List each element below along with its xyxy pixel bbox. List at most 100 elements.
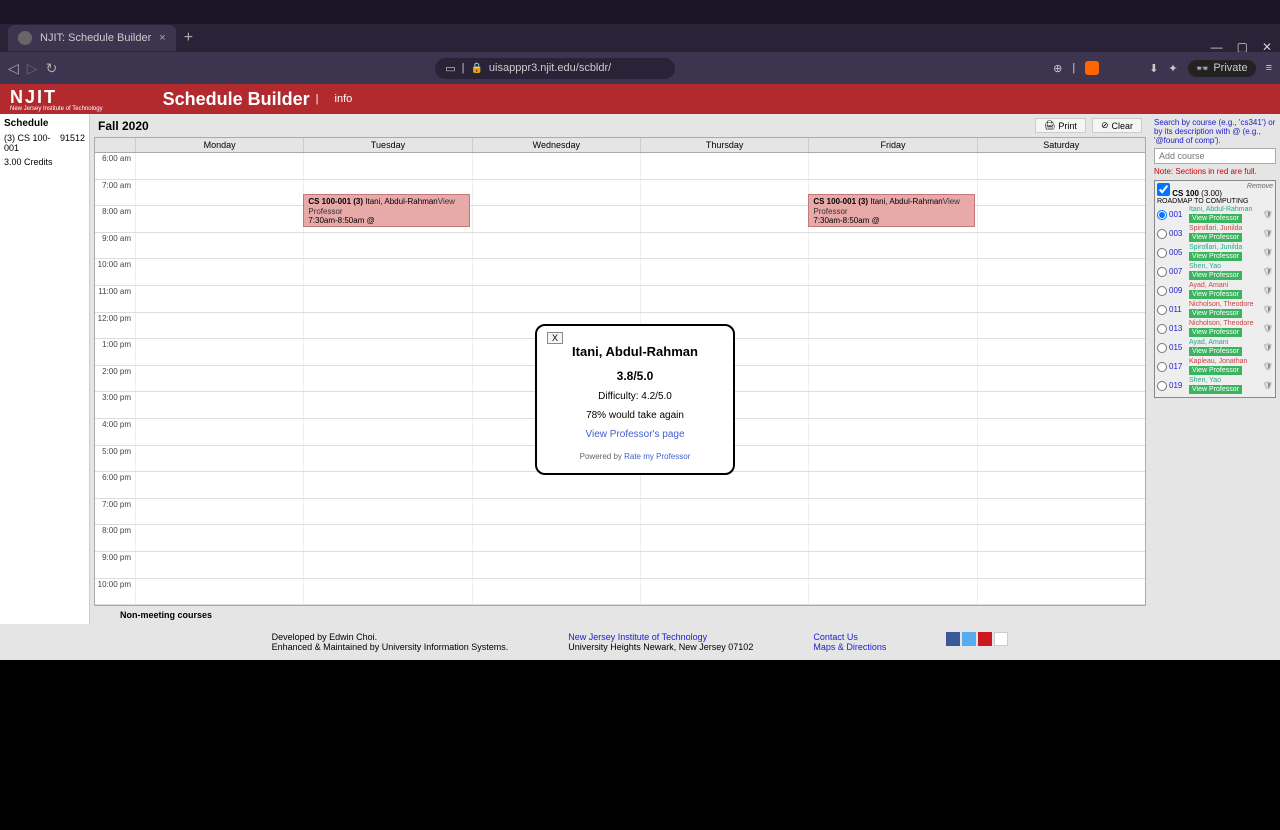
section-number[interactable]: 003 (1169, 229, 1187, 238)
section-prof-name: Shen, Yao (1189, 263, 1261, 270)
remove-course-link[interactable]: Remove (1247, 183, 1273, 190)
section-radio[interactable] (1157, 210, 1167, 220)
close-icon[interactable]: × (159, 32, 165, 44)
add-course-input[interactable] (1154, 148, 1276, 164)
section-prof-name: Nicholson, Theodore (1189, 320, 1261, 327)
modal-prof-name: Itani, Abdul-Rahman (557, 344, 713, 359)
section-number[interactable]: 015 (1169, 343, 1187, 352)
footer-njit-link[interactable]: New Jersey Institute of Technology (568, 632, 753, 642)
section-number[interactable]: 011 (1169, 305, 1187, 314)
section-radio[interactable] (1157, 248, 1167, 258)
view-professor-button[interactable]: View Professor (1189, 290, 1242, 299)
twitter-icon[interactable] (962, 632, 976, 646)
clear-button[interactable]: ⊘Clear (1092, 118, 1142, 133)
private-badge: 👓 Private (1188, 60, 1256, 77)
youtube-icon[interactable] (978, 632, 992, 646)
modal-take-again: 78% would take again (557, 410, 713, 421)
time-label: 11:00 am (95, 286, 135, 312)
brave-shield-icon[interactable] (1085, 61, 1099, 75)
rmp-link[interactable]: Rate my Professor (624, 452, 690, 461)
section-radio[interactable] (1157, 305, 1167, 315)
time-label: 8:00 am (95, 206, 135, 232)
section-number[interactable]: 001 (1169, 210, 1187, 219)
print-button[interactable]: 🖨Print (1035, 118, 1086, 133)
modal-close-button[interactable]: X (547, 332, 563, 344)
section-radio[interactable] (1157, 343, 1167, 353)
section-row: 011Nicholson, TheodoreView Professor 🛡 (1157, 300, 1273, 319)
course-title: ROADMAP TO COMPUTING (1157, 198, 1273, 205)
view-professor-button[interactable]: View Professor (1189, 366, 1242, 375)
time-label: 5:00 pm (95, 446, 135, 472)
footer-maps-link[interactable]: Maps & Directions (813, 642, 886, 652)
section-number[interactable]: 007 (1169, 267, 1187, 276)
shield-icon[interactable]: 🛡 (1263, 362, 1273, 371)
schedule-course[interactable]: (3) CS 100-001 (4, 133, 60, 153)
shield-icon[interactable]: 🛡 (1263, 305, 1273, 314)
course-checkbox[interactable] (1157, 183, 1170, 196)
shield-icon[interactable]: 🛡 (1263, 286, 1273, 295)
section-row: 003Spirollari, JunildaView Professor🛡 (1157, 224, 1273, 243)
view-professor-button[interactable]: View Professor (1189, 347, 1242, 356)
view-professor-button[interactable]: View Professor (1189, 309, 1242, 318)
professor-modal: X Itani, Abdul-Rahman 3.8/5.0 Difficulty… (535, 324, 735, 475)
section-prof-name: Itani, Abdul-Rahman (1189, 206, 1261, 213)
schedule-credits: 3.00 Credits (4, 157, 53, 167)
section-row: 015Ayad, AmaniView Professor🛡 (1157, 338, 1273, 357)
footer-address: University Heights Newark, New Jersey 07… (568, 642, 753, 652)
view-professor-button[interactable]: View Professor (1189, 328, 1242, 337)
calendar-event-tue[interactable]: CS 100-001 (3) Itani, Abdul-RahmanView P… (303, 194, 469, 227)
shield-icon[interactable]: 🛡 (1263, 210, 1273, 219)
calendar-event-fri[interactable]: CS 100-001 (3) Itani, Abdul-RahmanView P… (808, 194, 974, 227)
flickr-icon[interactable] (994, 632, 1008, 646)
section-radio[interactable] (1157, 381, 1167, 391)
section-number[interactable]: 017 (1169, 362, 1187, 371)
view-professor-button[interactable]: View Professor (1189, 271, 1242, 280)
section-prof-name: Nicholson, Theodore (1189, 301, 1261, 308)
semester-title: Fall 2020 (98, 119, 149, 133)
shield-icon[interactable]: 🛡 (1263, 229, 1273, 238)
section-number[interactable]: 005 (1169, 248, 1187, 257)
time-label: 6:00 am (95, 153, 135, 179)
section-radio[interactable] (1157, 286, 1167, 296)
shield-icon[interactable]: 🛡 (1263, 248, 1273, 257)
reload-button[interactable]: ↻ (46, 60, 58, 77)
day-header: Tuesday (303, 138, 471, 152)
section-number[interactable]: 019 (1169, 381, 1187, 390)
section-row: 009Ayad, AmaniView Professor🛡 (1157, 281, 1273, 300)
footer-contact-link[interactable]: Contact Us (813, 632, 886, 642)
view-professor-button[interactable]: View Professor (1189, 252, 1242, 261)
section-radio[interactable] (1157, 267, 1167, 277)
view-professor-button[interactable]: View Professor (1189, 385, 1242, 394)
section-prof-name: Spirollari, Junilda (1189, 244, 1261, 251)
info-link[interactable]: info (335, 93, 353, 105)
view-professor-button[interactable]: View Professor (1189, 214, 1242, 223)
schedule-title: Schedule (4, 118, 85, 129)
forward-button[interactable]: ▷ (27, 60, 38, 77)
menu-icon[interactable]: ≡ (1266, 62, 1272, 74)
shield-icon[interactable]: 🛡 (1263, 267, 1273, 276)
shield-icon[interactable]: 🛡 (1263, 343, 1273, 352)
modal-view-page-link[interactable]: View Professor's page (557, 429, 713, 440)
download-icon[interactable]: ⬇ (1149, 62, 1158, 75)
facebook-icon[interactable] (946, 632, 960, 646)
section-radio[interactable] (1157, 324, 1167, 334)
schedule-panel: Schedule (3) CS 100-001 91512 3.00 Credi… (0, 114, 90, 624)
url-text: uisapppr3.njit.edu/scbldr/ (489, 62, 611, 74)
extensions-icon[interactable]: ✦ (1168, 62, 1177, 75)
url-bar[interactable]: ▭ | 🔒 uisapppr3.njit.edu/scbldr/ (435, 58, 675, 79)
back-button[interactable]: ◁ (8, 60, 19, 77)
view-professor-button[interactable]: View Professor (1189, 233, 1242, 242)
browser-tab[interactable]: NJIT: Schedule Builder × (8, 25, 176, 51)
section-radio[interactable] (1157, 362, 1167, 372)
lock-icon: 🔒 (470, 63, 482, 74)
new-tab-button[interactable]: + (184, 29, 193, 47)
section-row: 017Kapleau, JonathanView Professor🛡 (1157, 357, 1273, 376)
shield-icon[interactable]: 🛡 (1263, 324, 1273, 333)
day-header-row: MondayTuesdayWednesdayThursdayFridaySatu… (95, 138, 1145, 153)
section-number[interactable]: 009 (1169, 286, 1187, 295)
shield-icon[interactable]: 🛡 (1263, 381, 1273, 390)
section-number[interactable]: 013 (1169, 324, 1187, 333)
bookmark-icon[interactable]: ▭ (445, 62, 455, 75)
zoom-icon[interactable]: ⊕ (1053, 62, 1062, 75)
section-radio[interactable] (1157, 229, 1167, 239)
